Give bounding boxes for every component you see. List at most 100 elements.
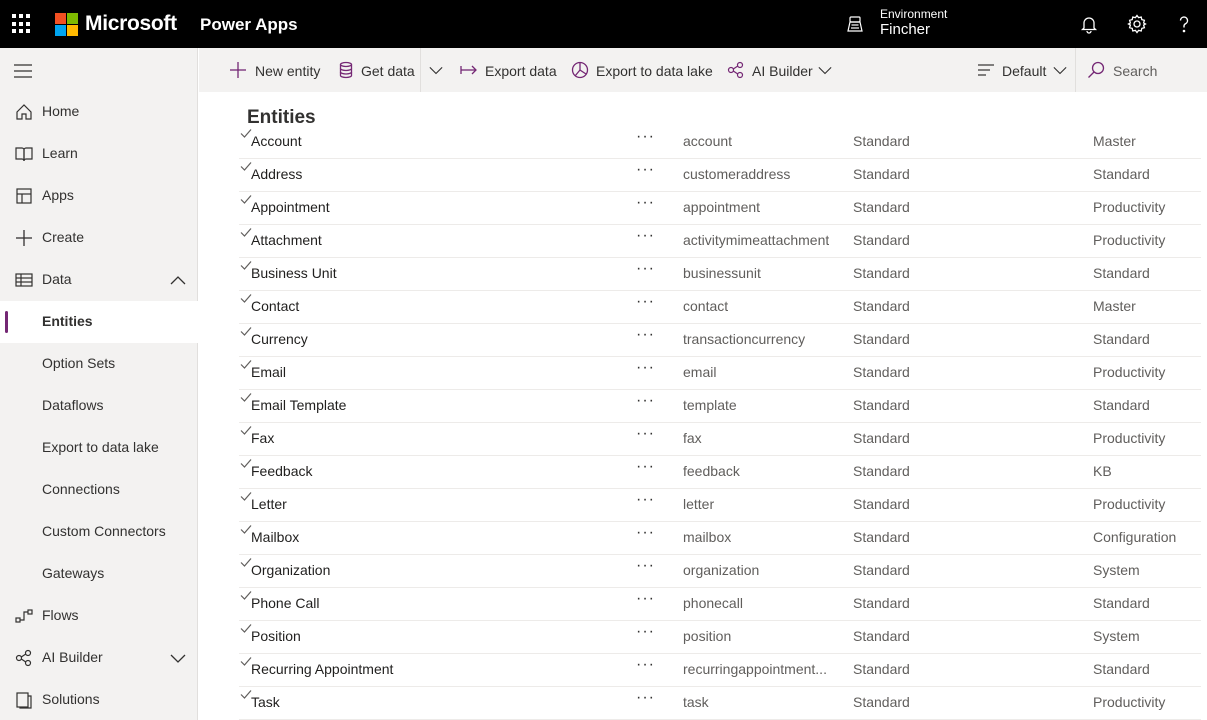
more-options-icon[interactable]: ···: [636, 458, 655, 476]
table-row[interactable]: Appointment ··· appointment Standard Product…: [239, 192, 1201, 225]
app-name[interactable]: Power Apps: [200, 15, 298, 35]
environment-label[interactable]: Environment: [880, 7, 947, 21]
entity-display-name[interactable]: Attachment: [251, 232, 322, 248]
entity-display-name[interactable]: Email Template: [251, 397, 346, 413]
get-data-button[interactable]: Get data: [337, 48, 417, 92]
nav-item-export-to-data-lake[interactable]: Export to data lake: [0, 427, 198, 469]
table-row[interactable]: Contact ··· contact Standard Master: [239, 291, 1201, 324]
entity-display-name[interactable]: Organization: [251, 562, 330, 578]
table-row[interactable]: Currency ··· transactioncurrency Standard St…: [239, 324, 1201, 357]
entity-display-name[interactable]: Appointment: [251, 199, 330, 215]
entity-display-name[interactable]: Letter: [251, 496, 287, 512]
entity-display-name[interactable]: Account: [251, 133, 302, 149]
entity-display-name[interactable]: Address: [251, 166, 302, 182]
nav-item-ai-builder[interactable]: AI Builder: [0, 637, 198, 679]
ai-builder-button[interactable]: AI Builder: [727, 48, 837, 92]
more-options-icon[interactable]: ···: [636, 557, 655, 575]
get-data-dropdown[interactable]: [420, 48, 450, 92]
entity-display-name[interactable]: Feedback: [251, 463, 312, 479]
table-row[interactable]: Position ··· position Standard System: [239, 621, 1201, 654]
entity-tag: System: [1093, 628, 1140, 644]
hamburger-menu-icon[interactable]: [14, 64, 32, 78]
more-options-icon[interactable]: ···: [636, 689, 655, 707]
table-row[interactable]: Attachment ··· activitymimeattachment Stand…: [239, 225, 1201, 258]
table-row[interactable]: Organization ··· organization Standard Syste…: [239, 555, 1201, 588]
export-to-data-lake-label: Export to data lake: [596, 63, 713, 79]
entity-tag: Productivity: [1093, 364, 1166, 380]
entity-display-name[interactable]: Email: [251, 364, 286, 380]
entity-display-name[interactable]: Fax: [251, 430, 274, 446]
table-row[interactable]: Feedback ··· feedback Standard KB: [239, 456, 1201, 489]
more-options-icon[interactable]: ···: [636, 359, 655, 377]
table-row[interactable]: Email Template ··· template Standard Standar…: [239, 390, 1201, 423]
entity-display-name[interactable]: Mailbox: [251, 529, 299, 545]
export-to-data-lake-button[interactable]: Export to data lake: [571, 48, 716, 92]
more-options-icon[interactable]: ···: [636, 128, 655, 146]
settings-gear-icon[interactable]: [1127, 14, 1147, 34]
more-options-icon[interactable]: ···: [636, 491, 655, 509]
entity-display-name[interactable]: Task: [251, 694, 280, 710]
more-options-icon[interactable]: ···: [636, 590, 655, 608]
notifications-icon[interactable]: [1079, 14, 1099, 34]
table-row[interactable]: Address ··· customeraddress Standard Standar…: [239, 159, 1201, 192]
nav-item-custom-connectors[interactable]: Custom Connectors: [0, 511, 198, 553]
more-options-icon[interactable]: ···: [636, 524, 655, 542]
table-row[interactable]: Mailbox ··· mailbox Standard Configuration: [239, 522, 1201, 555]
export-data-button[interactable]: Export data: [460, 48, 560, 92]
environment-icon[interactable]: [846, 15, 864, 33]
nav-item-home[interactable]: Home: [0, 91, 198, 133]
more-options-icon[interactable]: ···: [636, 293, 655, 311]
nav-item-option-sets[interactable]: Option Sets: [0, 343, 198, 385]
nav-item-solutions[interactable]: Solutions: [0, 679, 198, 720]
entity-display-name[interactable]: Contact: [251, 298, 299, 314]
search-box[interactable]: Search: [1087, 48, 1207, 92]
filter-lines-icon: [978, 64, 994, 76]
nav-item-create[interactable]: Create: [0, 217, 198, 259]
entity-logical-name: recurringappointment...: [683, 661, 827, 677]
more-options-icon[interactable]: ···: [636, 161, 655, 179]
microsoft-logo-icon: [55, 13, 78, 36]
nav-item-learn[interactable]: Learn: [0, 133, 198, 175]
more-options-icon[interactable]: ···: [636, 392, 655, 410]
table-row[interactable]: Business Unit ··· businessunit Standard Stan…: [239, 258, 1201, 291]
entity-tag: Productivity: [1093, 199, 1166, 215]
table-row[interactable]: Phone Call ··· phonecall Standard Standard: [239, 588, 1201, 621]
entity-tag: Configuration: [1093, 529, 1177, 545]
chevron-down-icon[interactable]: [170, 651, 186, 665]
table-row[interactable]: Email ··· email Standard Productivity: [239, 357, 1201, 390]
environment-name[interactable]: Fincher: [880, 21, 930, 38]
entity-display-name[interactable]: Phone Call: [251, 595, 320, 611]
entity-logical-name: businessunit: [683, 265, 761, 281]
more-options-icon[interactable]: ···: [636, 194, 655, 212]
entity-type: Standard: [853, 199, 910, 215]
more-options-icon[interactable]: ···: [636, 326, 655, 344]
nav-item-connections[interactable]: Connections: [0, 469, 198, 511]
app-launcher-icon[interactable]: [12, 14, 32, 34]
new-entity-button[interactable]: New entity: [229, 48, 325, 92]
more-options-icon[interactable]: ···: [636, 227, 655, 245]
nav-item-gateways[interactable]: Gateways: [0, 553, 198, 595]
nav-item-apps[interactable]: Apps: [0, 175, 198, 217]
nav-item-flows[interactable]: Flows: [0, 595, 198, 637]
table-row[interactable]: Letter ··· letter Standard Productivity: [239, 489, 1201, 522]
entity-display-name[interactable]: Business Unit: [251, 265, 337, 281]
more-options-icon[interactable]: ···: [636, 260, 655, 278]
entity-display-name[interactable]: Currency: [251, 331, 308, 347]
table-row[interactable]: Account ··· account Standard Master: [239, 126, 1201, 159]
entity-display-name[interactable]: Recurring Appointment: [251, 661, 393, 677]
more-options-icon[interactable]: ···: [636, 425, 655, 443]
nav-item-label: Entities: [42, 313, 93, 329]
more-options-icon[interactable]: ···: [636, 623, 655, 641]
brand-name[interactable]: Microsoft: [85, 12, 177, 36]
table-row[interactable]: Recurring Appointment ··· recurringappoint…: [239, 654, 1201, 687]
help-icon[interactable]: [1174, 14, 1194, 34]
table-row[interactable]: Task ··· task Standard Productivity: [239, 687, 1201, 720]
nav-item-dataflows[interactable]: Dataflows: [0, 385, 198, 427]
more-options-icon[interactable]: ···: [636, 656, 655, 674]
table-row[interactable]: Fax ··· fax Standard Productivity: [239, 423, 1201, 456]
nav-item-entities[interactable]: Entities: [0, 301, 198, 343]
entity-display-name[interactable]: Position: [251, 628, 301, 644]
nav-item-data[interactable]: Data: [0, 259, 198, 301]
chevron-up-icon[interactable]: [170, 273, 186, 287]
view-selector[interactable]: Default: [977, 48, 1069, 92]
